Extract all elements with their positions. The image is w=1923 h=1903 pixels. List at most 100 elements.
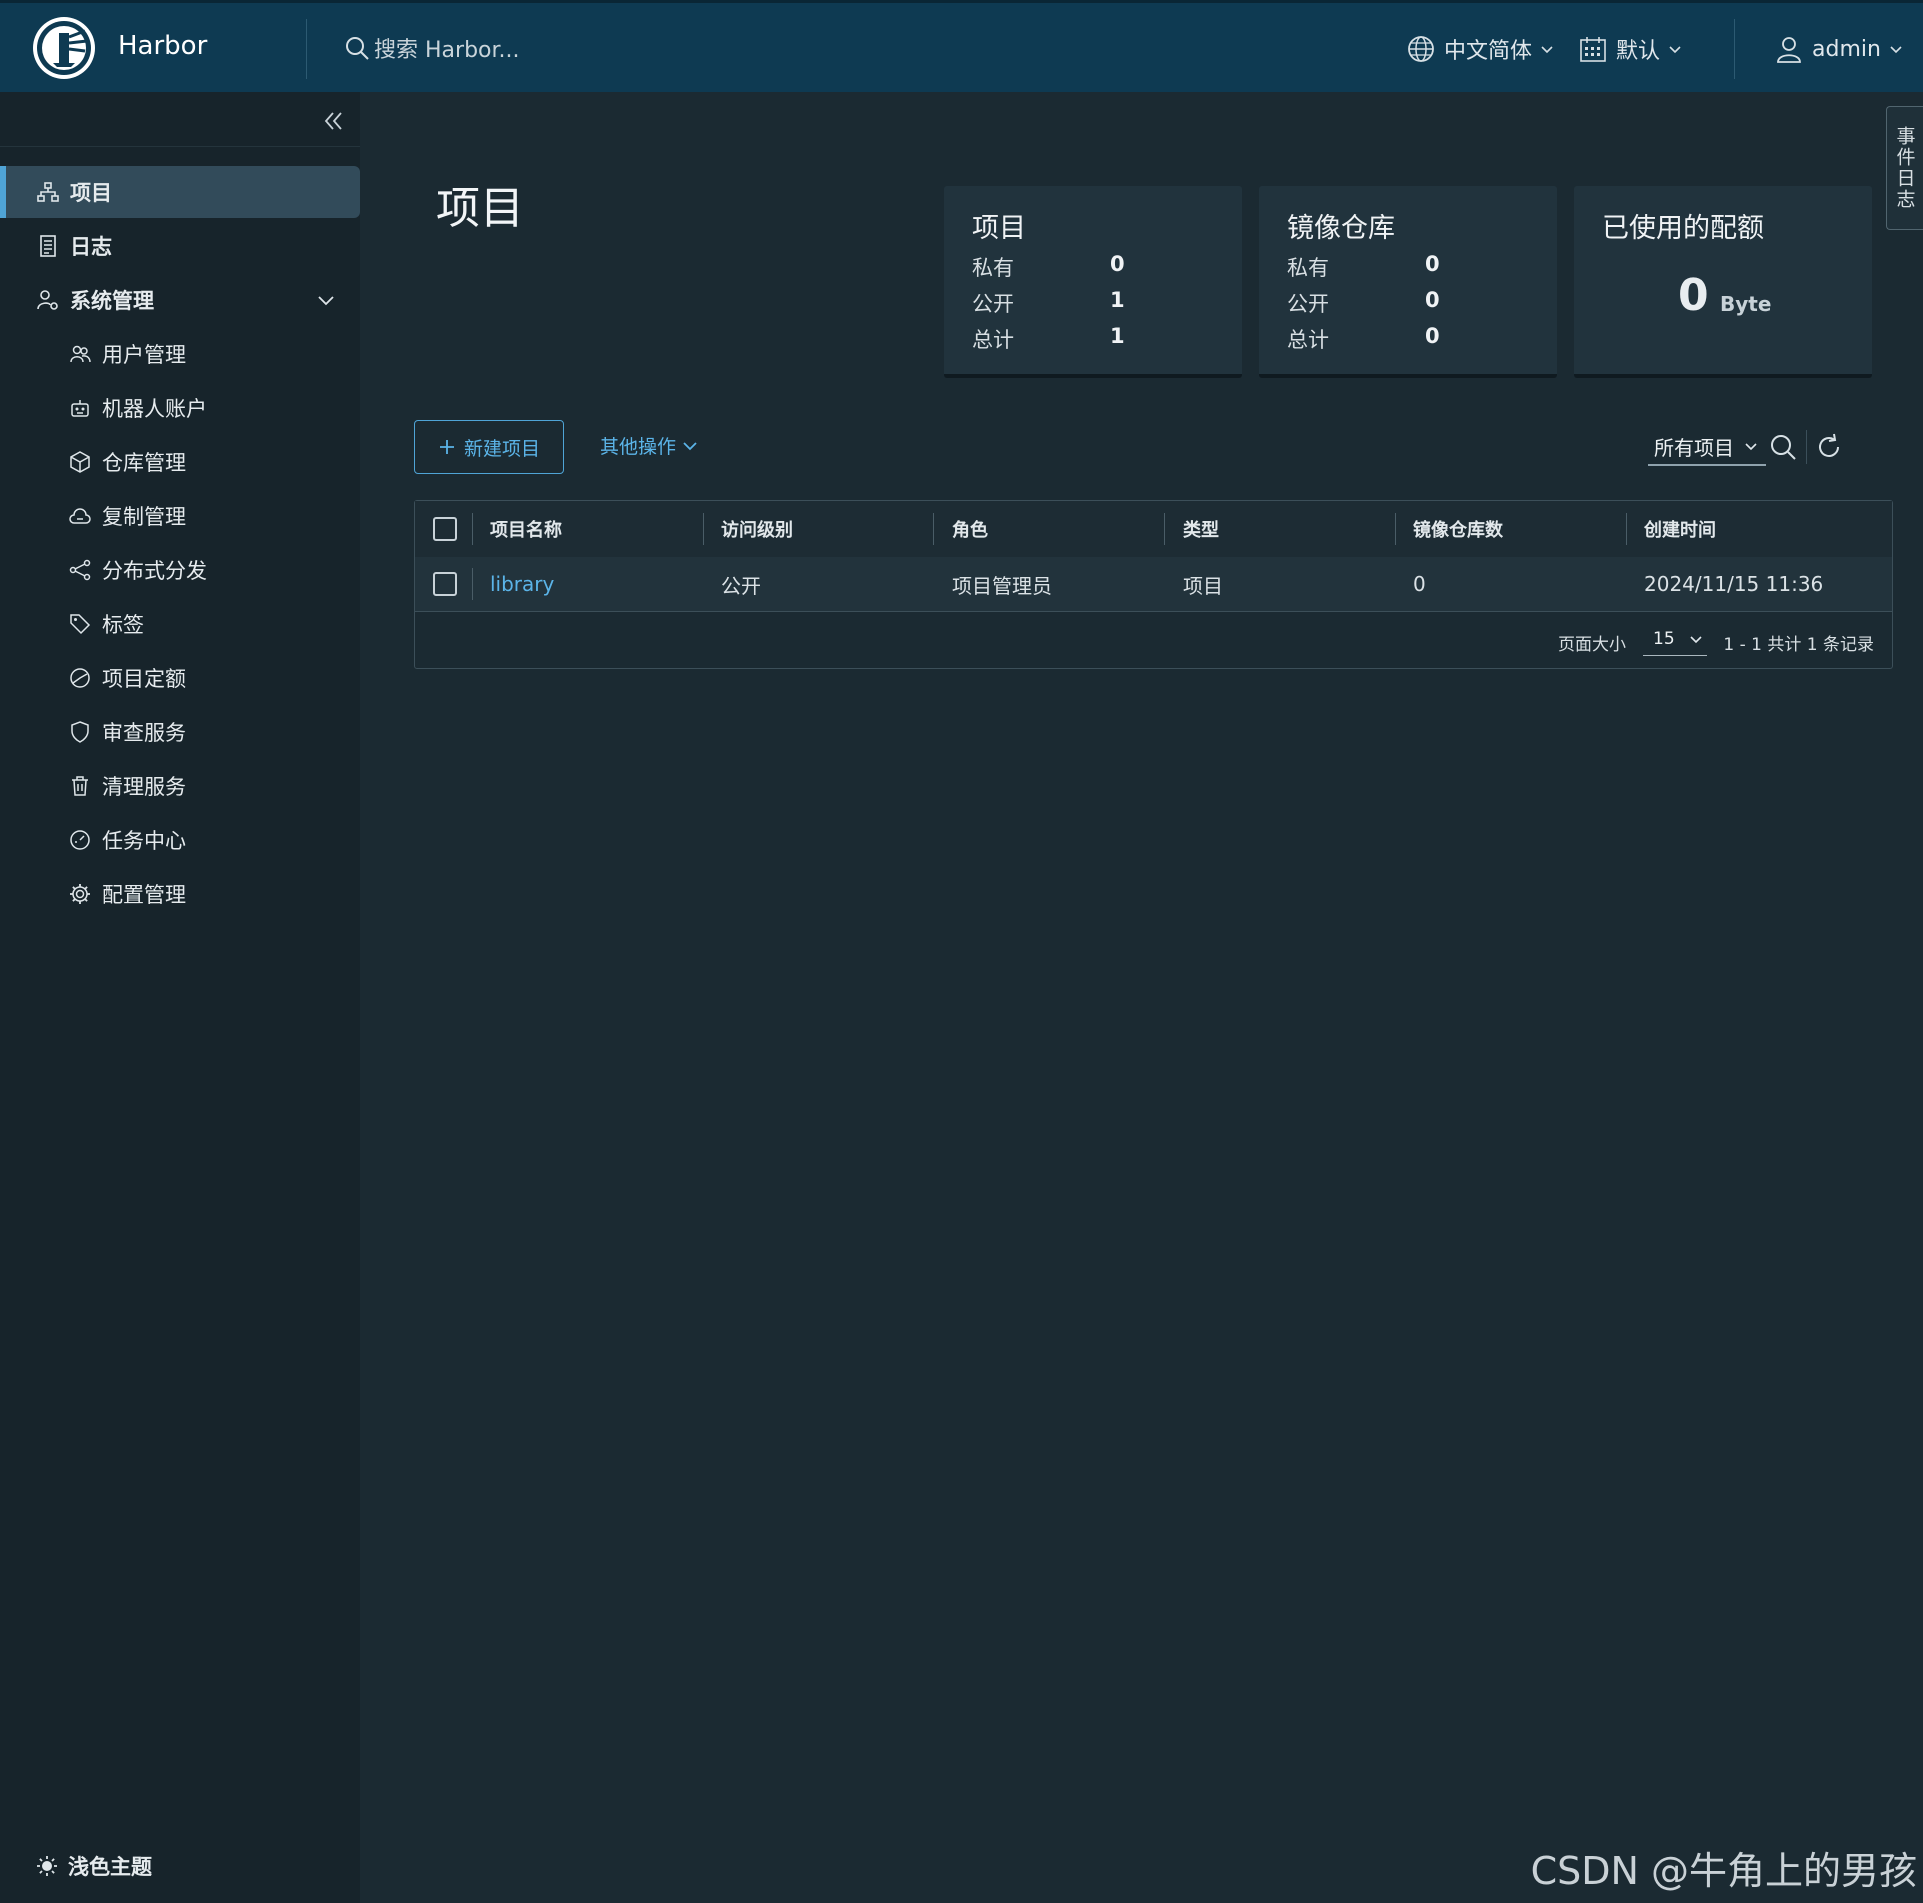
theme-toggle[interactable]: 浅色主题 — [36, 1851, 152, 1881]
sidebar-item-clean-up[interactable]: 清理服务 — [0, 760, 360, 812]
quota-summary-card: 已使用的配额 0 Byte — [1574, 186, 1872, 378]
sidebar: 项目 日志 系统管理 用户管理 机器人账户 仓库管理 复制管理 分布式分发 标签… — [0, 92, 360, 1903]
column-divider — [1164, 513, 1165, 545]
role-cell: 项目管理员 — [952, 573, 1052, 598]
language-selector[interactable]: 中文简体 — [1406, 29, 1554, 69]
page-title: 项目 — [436, 183, 524, 234]
sidebar-item-label: 机器人账户 — [102, 397, 207, 421]
share-icon — [69, 559, 91, 581]
total-label: 总计 — [1287, 328, 1329, 352]
row-checkbox[interactable] — [433, 572, 457, 596]
table-header: 项目名称 访问级别 角色 类型 镜像仓库数 创建时间 — [415, 501, 1892, 558]
other-actions-dropdown[interactable]: 其他操作 — [600, 432, 698, 459]
sidebar-item-label: 日志 — [70, 235, 112, 259]
page-size-label: 页面大小 — [1558, 635, 1626, 655]
column-header-type[interactable]: 类型 — [1183, 501, 1219, 557]
search-icon[interactable] — [1768, 432, 1798, 462]
registry-icon — [70, 451, 90, 473]
column-divider — [472, 568, 473, 600]
card-title: 镜像仓库 — [1287, 213, 1395, 244]
refresh-icon[interactable] — [1814, 432, 1844, 462]
project-filter-select[interactable]: 所有项目 — [1648, 428, 1766, 466]
tag-icon — [70, 614, 91, 635]
user-menu[interactable]: admin — [1774, 29, 1903, 69]
event-log-label: 事件日志 — [1893, 126, 1916, 210]
page-size-select[interactable]: 15 — [1643, 622, 1707, 656]
sidebar-item-job-service[interactable]: 任务中心 — [0, 814, 360, 866]
column-divider — [703, 513, 704, 545]
sidebar-item-distributions[interactable]: 分布式分发 — [0, 544, 360, 596]
projects-icon — [37, 182, 59, 202]
theme-toggle-label: 浅色主题 — [68, 1855, 152, 1879]
other-actions-label: 其他操作 — [600, 436, 677, 458]
harbor-logo-icon[interactable] — [33, 17, 95, 79]
gauge-icon — [70, 830, 90, 850]
sidebar-item-label: 复制管理 — [102, 505, 186, 529]
public-count: 0 — [1425, 288, 1440, 312]
shield-icon — [71, 721, 89, 743]
table-row[interactable]: library 公开 项目管理员 项目 0 2024/11/15 11:36 — [415, 557, 1892, 612]
total-count: 1 — [1110, 324, 1125, 348]
column-header-repo-count[interactable]: 镜像仓库数 — [1413, 501, 1503, 557]
event-log-tab[interactable]: 事件日志 — [1886, 106, 1923, 230]
column-header-role[interactable]: 角色 — [952, 501, 988, 557]
sidebar-divider — [0, 146, 360, 147]
quota-value: 0 — [1678, 270, 1709, 321]
repositories-summary-card: 镜像仓库 私有 0 公开 0 总计 0 — [1259, 186, 1557, 378]
header-divider — [1734, 19, 1735, 79]
sidebar-item-projects[interactable]: 项目 — [0, 166, 360, 218]
chevron-down-icon — [1690, 635, 1702, 643]
repo-count-cell: 0 — [1413, 572, 1426, 596]
sidebar-item-label: 用户管理 — [102, 343, 186, 367]
new-project-button[interactable]: 新建项目 — [414, 420, 564, 474]
sidebar-item-replications[interactable]: 复制管理 — [0, 490, 360, 542]
sidebar-item-configuration[interactable]: 配置管理 — [0, 868, 360, 920]
private-label: 私有 — [1287, 256, 1329, 280]
total-count: 0 — [1425, 324, 1440, 348]
public-label: 公开 — [972, 292, 1014, 316]
column-divider — [472, 513, 473, 545]
pagination-info: 1 - 1 共计 1 条记录 — [1723, 635, 1874, 655]
user-name: admin — [1812, 36, 1881, 62]
sidebar-item-registries[interactable]: 仓库管理 — [0, 436, 360, 488]
column-header-creation-time[interactable]: 创建时间 — [1644, 501, 1716, 557]
sidebar-item-project-quotas[interactable]: 项目定额 — [0, 652, 360, 704]
type-cell: 项目 — [1183, 573, 1223, 598]
project-filter-label: 所有项目 — [1654, 435, 1734, 460]
private-label: 私有 — [972, 256, 1014, 280]
select-all-checkbox[interactable] — [433, 517, 457, 541]
brand-name[interactable]: Harbor — [118, 31, 207, 61]
column-header-name[interactable]: 项目名称 — [490, 501, 562, 557]
header-divider — [306, 19, 307, 79]
cloud-icon — [69, 508, 91, 524]
datetime-format-selector[interactable]: 默认 — [1578, 29, 1682, 69]
sidebar-item-label: 标签 — [102, 613, 144, 637]
log-icon — [40, 235, 56, 257]
sidebar-item-interrogation-services[interactable]: 审查服务 — [0, 706, 360, 758]
access-level-cell: 公开 — [721, 573, 761, 598]
trash-icon — [72, 776, 88, 796]
column-header-access-level[interactable]: 访问级别 — [721, 501, 793, 557]
sidebar-item-robot-accounts[interactable]: 机器人账户 — [0, 382, 360, 434]
sidebar-item-labels[interactable]: 标签 — [0, 598, 360, 650]
project-name-link[interactable]: library — [490, 557, 554, 611]
sidebar-item-users[interactable]: 用户管理 — [0, 328, 360, 380]
sidebar-item-administration[interactable]: 系统管理 — [0, 274, 360, 326]
user-icon — [1777, 37, 1801, 63]
global-search-input[interactable] — [372, 29, 896, 71]
language-label: 中文简体 — [1444, 39, 1533, 64]
sidebar-item-label: 任务中心 — [102, 829, 186, 853]
chevron-down-icon — [1890, 46, 1902, 54]
chevron-down-icon — [318, 296, 334, 306]
column-divider — [1626, 513, 1627, 545]
sidebar-item-label: 清理服务 — [102, 775, 186, 799]
top-header: Harbor 中文简体 默认 admin — [0, 0, 1923, 92]
sidebar-item-label: 仓库管理 — [102, 451, 186, 475]
chevron-down-icon — [683, 441, 697, 450]
sidebar-item-logs[interactable]: 日志 — [0, 220, 360, 272]
globe-icon — [1408, 36, 1434, 62]
watermark: CSDN @牛角上的男孩 — [1530, 1849, 1917, 1893]
column-divider — [1395, 513, 1396, 545]
collapse-sidebar-icon[interactable] — [318, 106, 348, 136]
sidebar-item-label: 项目 — [70, 181, 112, 205]
